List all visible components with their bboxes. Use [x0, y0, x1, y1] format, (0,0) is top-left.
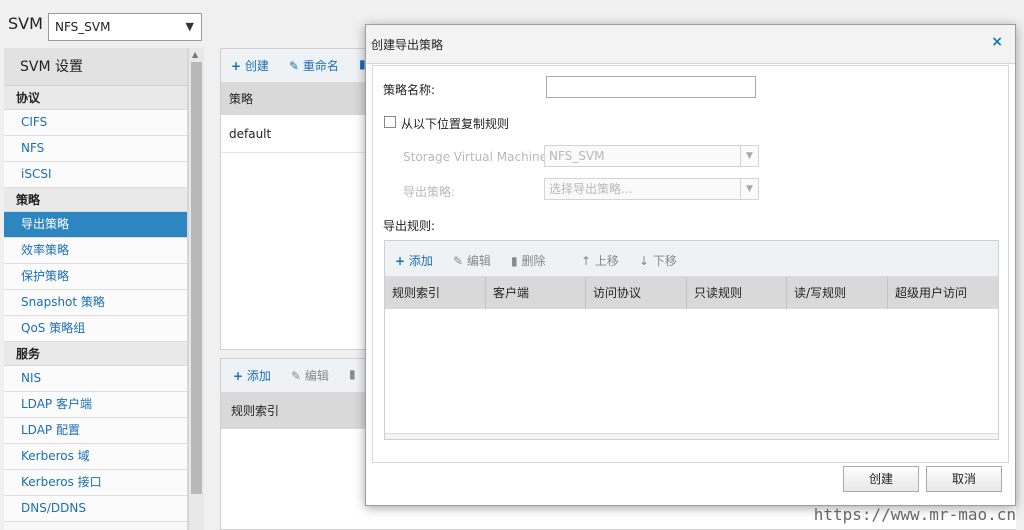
export-rules-label: 导出规则:	[383, 219, 436, 233]
column-header-superuser: 超级用户访问	[895, 286, 968, 300]
svm-field-value: NFS_SVM	[549, 149, 605, 163]
create-export-policy-dialog: 创建导出策略 × 策略名称: 从以下位置复制规则 Storage Virtual…	[365, 24, 1016, 506]
rules-add-label: 添加	[408, 254, 433, 268]
arrow-up-icon: ↑	[581, 254, 592, 268]
export-rules-toolbar: + 添加 ✎ 编辑 ▮ 删除 ↑ 上移 ↓ 下移	[385, 241, 998, 277]
rename-label: 重命名	[302, 59, 339, 73]
column-header-ro-rule: 只读规则	[687, 277, 787, 309]
sidebar-section-services: 服务	[4, 342, 187, 366]
edit-rule-button[interactable]: ✎ 编辑	[291, 367, 329, 384]
policy-name-label: 策略名称:	[383, 83, 436, 97]
sidebar-item-ldap-config[interactable]: LDAP 配置	[4, 418, 187, 444]
pencil-icon: ✎	[291, 369, 302, 383]
rules-delete-label: 删除	[521, 254, 546, 268]
create-label: 创建	[244, 59, 269, 73]
column-header-access-protocol: 访问协议	[586, 277, 687, 309]
chevron-down-icon: ▼	[740, 146, 758, 166]
rules-down-label: 下移	[652, 254, 677, 268]
sidebar-item-export-policy[interactable]: 导出策略	[4, 212, 187, 238]
horizontal-scrollbar[interactable]	[385, 433, 998, 439]
sidebar-scrollbar[interactable]: ▲	[188, 48, 204, 530]
policy-name-input[interactable]	[546, 76, 756, 98]
export-policy-label: 导出策略:	[403, 185, 456, 199]
svm-select[interactable]: NFS_SVM ▼	[48, 13, 202, 41]
dialog-header: 创建导出策略	[366, 25, 1015, 64]
plus-icon: +	[231, 59, 242, 73]
trash-icon[interactable]: ▮	[349, 367, 356, 381]
plus-icon: +	[395, 254, 406, 268]
sidebar-item-kerberos-realm[interactable]: Kerberos 域	[4, 444, 187, 470]
svm-field-select[interactable]: NFS_SVM ▼	[544, 145, 759, 167]
scroll-up-icon[interactable]: ▲	[192, 50, 198, 59]
copy-rules-label: 从以下位置复制规则	[401, 117, 510, 131]
edit-label: 编辑	[304, 369, 329, 383]
svm-field-label: Storage Virtual Machine:	[403, 150, 552, 164]
close-icon[interactable]: ×	[991, 34, 1003, 50]
rules-delete-button[interactable]: ▮ 删除	[511, 252, 545, 269]
pencil-icon: ✎	[453, 254, 464, 268]
scrollbar-thumb[interactable]	[191, 62, 202, 494]
arrow-down-icon: ↓	[639, 254, 650, 268]
pencil-icon: ✎	[289, 59, 300, 73]
export-rules-header: 规则索引 客户端 访问协议 只读规则 读/写规则 超级用户访问	[385, 277, 998, 309]
sidebar-item-ldap-client[interactable]: LDAP 客户端	[4, 392, 187, 418]
copy-rules-checkbox[interactable]	[384, 116, 396, 128]
rules-move-up-button[interactable]: ↑ 上移	[581, 252, 619, 269]
sidebar-item-kerberos-interface[interactable]: Kerberos 接口	[4, 470, 187, 496]
sidebar-item-nfs[interactable]: NFS	[4, 136, 187, 162]
export-policy-select[interactable]: 选择导出策略... ▼	[544, 178, 759, 200]
sidebar-item-efficiency-policy[interactable]: 效率策略	[4, 238, 187, 264]
create-button[interactable]: 创建	[843, 466, 919, 492]
create-policy-button[interactable]: + 创建	[231, 57, 269, 74]
dialog-body: 策略名称: 从以下位置复制规则 Storage Virtual Machine:…	[372, 65, 1009, 463]
rename-policy-button[interactable]: ✎ 重命名	[289, 57, 339, 74]
sidebar-item-dns-ddns[interactable]: DNS/DDNS	[4, 496, 187, 522]
sidebar-item-iscsi[interactable]: iSCSI	[4, 162, 187, 188]
trash-icon: ▮	[511, 254, 518, 268]
sidebar-section-protocols: 协议	[4, 86, 187, 110]
export-policy-placeholder: 选择导出策略...	[549, 182, 633, 196]
column-header-rw-rule: 读/写规则	[787, 277, 888, 309]
sidebar-item-qos-policy-group[interactable]: QoS 策略组	[4, 316, 187, 342]
dialog-title: 创建导出策略	[371, 38, 444, 52]
add-rule-button[interactable]: + 添加	[233, 367, 271, 384]
sidebar-item-protection-policy[interactable]: 保护策略	[4, 264, 187, 290]
column-header-rule-index: 规则索引	[385, 277, 486, 309]
cancel-button[interactable]: 取消	[926, 466, 1002, 492]
sidebar-item-nis[interactable]: NIS	[4, 366, 187, 392]
sidebar-section-policies: 策略	[4, 188, 187, 212]
rules-up-label: 上移	[594, 254, 619, 268]
rules-edit-button[interactable]: ✎ 编辑	[453, 252, 491, 269]
sidebar-item-snapshot-policy[interactable]: Snapshot 策略	[4, 290, 187, 316]
chevron-down-icon: ▼	[740, 179, 758, 199]
watermark-text: https://www.mr-mao.cn	[813, 505, 1016, 524]
add-label: 添加	[246, 369, 271, 383]
window-edge	[1016, 0, 1024, 530]
rules-edit-label: 编辑	[466, 254, 491, 268]
sidebar-title: SVM 设置	[4, 48, 187, 86]
rules-add-button[interactable]: + 添加	[395, 252, 433, 269]
plus-icon: +	[233, 369, 244, 383]
column-header-client: 客户端	[486, 277, 586, 309]
svm-select-value: NFS_SVM	[55, 20, 111, 34]
chevron-down-icon: ▼	[185, 20, 194, 33]
sidebar-item-cifs[interactable]: CIFS	[4, 110, 187, 136]
rules-move-down-button[interactable]: ↓ 下移	[639, 252, 677, 269]
svm-label: SVM	[8, 14, 43, 33]
sidebar: SVM 设置 协议 CIFS NFS iSCSI 策略 导出策略 效率策略 保护…	[4, 48, 188, 530]
export-rules-table: + 添加 ✎ 编辑 ▮ 删除 ↑ 上移 ↓ 下移 规则索引 客户端 访问协议 只…	[384, 240, 999, 440]
